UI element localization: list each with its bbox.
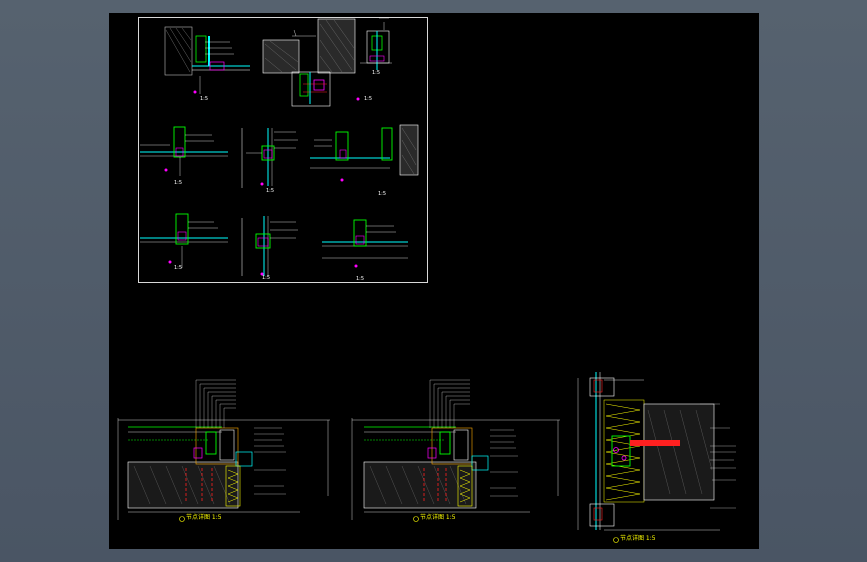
section-c-drawing bbox=[577, 372, 736, 543]
section-a-caption: 节点详图 1:5 bbox=[186, 514, 222, 521]
section-b-drawing bbox=[351, 379, 560, 522]
section-a-drawing bbox=[117, 379, 330, 522]
section-b-caption: 节点详图 1:5 bbox=[420, 514, 456, 521]
bottom-sections-drawings bbox=[117, 372, 736, 543]
section-c-caption: 节点详图 1:5 bbox=[620, 535, 656, 542]
